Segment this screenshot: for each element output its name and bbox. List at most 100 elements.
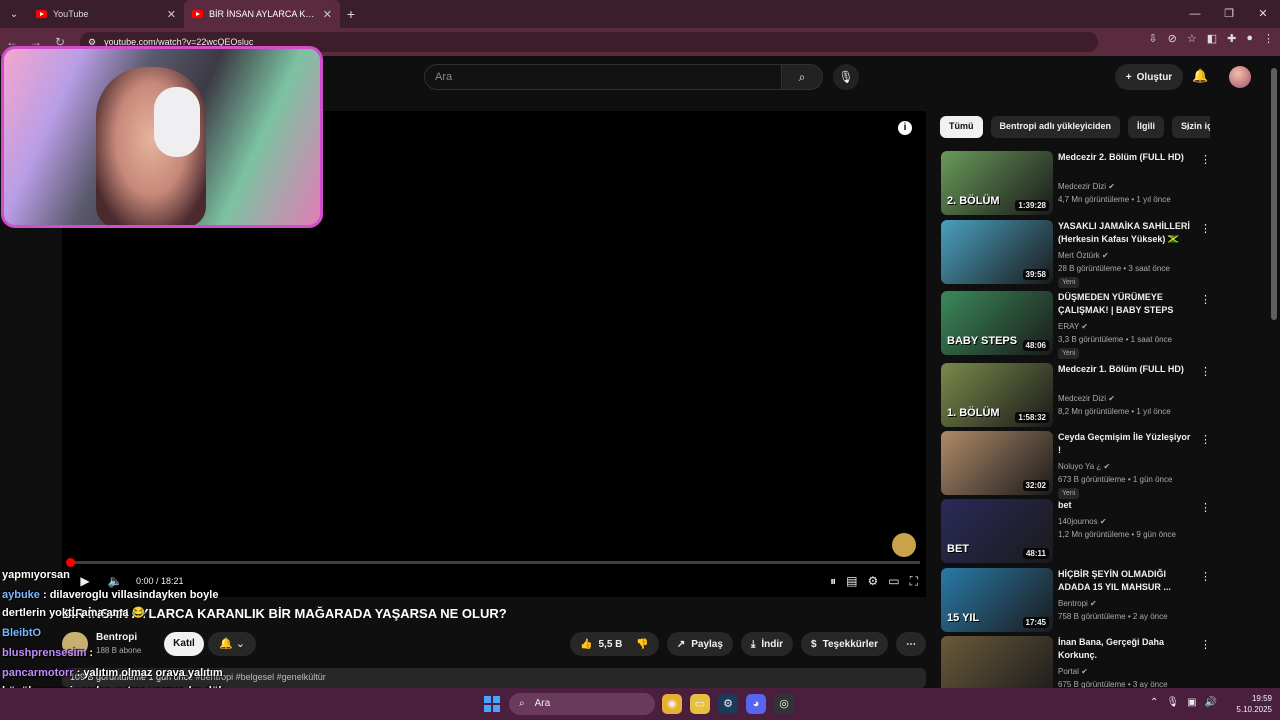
recommendation-channel[interactable]: 140journos ✔ <box>1058 517 1107 526</box>
close-tab-icon[interactable]: ✕ <box>167 8 176 21</box>
chip-all[interactable]: Tümü <box>940 116 983 138</box>
extension-icon[interactable]: ◧ <box>1207 32 1217 45</box>
more-actions-button[interactable]: ⋯ <box>896 632 926 656</box>
more-options-icon[interactable]: ⋮ <box>1200 293 1211 306</box>
tab-video[interactable]: BİR İNSAN AYLARCA KARANLIK ✕ <box>184 0 340 28</box>
channel-watermark[interactable] <box>892 533 916 557</box>
steam-icon[interactable]: ⚙ <box>718 694 738 714</box>
discord-icon[interactable]: ◕ <box>746 694 766 714</box>
more-options-icon[interactable]: ⋮ <box>1200 222 1211 235</box>
fullscreen-icon[interactable]: ⛶ <box>910 574 918 589</box>
menu-icon[interactable]: ⋮ <box>1263 32 1274 45</box>
video-thumbnail[interactable]: BABY STEPS 48:06 <box>941 291 1053 355</box>
recommendation-title[interactable]: Ceyda Geçmişim İle Yüzleşiyor ! <box>1058 431 1194 457</box>
subtitles-icon[interactable]: ▤ <box>846 574 857 589</box>
minimize-icon[interactable]: — <box>1178 0 1212 28</box>
theater-mode-icon[interactable]: ▭ <box>888 574 899 589</box>
restore-icon[interactable]: ❐ <box>1212 0 1246 28</box>
recommendation-item[interactable]: BABY STEPS 48:06 DÜŞMEDEN YÜRÜMEYE ÇALIŞ… <box>940 291 1214 359</box>
video-thumbnail[interactable]: 2. BÖLÜM 1:39:28 <box>941 151 1053 215</box>
taskbar-search[interactable]: ⌕ Ara <box>509 693 655 715</box>
scrollbar[interactable] <box>1271 68 1277 320</box>
recommendation-title[interactable]: YASAKLI JAMAİKA SAHİLLERİ (Herkesin Kafa… <box>1058 220 1194 246</box>
puzzle-icon[interactable]: ✚ <box>1227 32 1236 45</box>
recommendation-item[interactable]: BET 48:11 bet 140journos ✔ 1,2 Mn görünt… <box>940 499 1214 563</box>
video-thumbnail[interactable]: 39:58 <box>941 220 1053 284</box>
tray-chevron-icon[interactable]: ⌃ <box>1150 697 1158 708</box>
chip-related[interactable]: İlgili <box>1128 116 1165 138</box>
recommendation-title[interactable]: Medcezir 2. Bölüm (FULL HD) <box>1058 151 1194 164</box>
channel-name[interactable]: Bentropi <box>96 632 137 643</box>
recommendation-channel[interactable]: Medcezir Dizi ✔ <box>1058 394 1115 403</box>
more-options-icon[interactable]: ⋮ <box>1200 638 1211 651</box>
notifications-bell-icon[interactable]: 🔔 <box>1192 68 1208 84</box>
mic-icon[interactable]: 🎙 <box>1166 697 1179 708</box>
more-options-icon[interactable]: ⋮ <box>1200 570 1211 583</box>
like-button[interactable]: 👍 5,5 B 👎 <box>570 632 659 656</box>
notification-settings-button[interactable]: 🔔 ⌄ <box>208 632 256 656</box>
more-options-icon[interactable]: ⋮ <box>1200 433 1211 446</box>
chat-username: pancarmotorr <box>2 667 74 679</box>
recommendation-item[interactable]: 2. BÖLÜM 1:39:28 Medcezir 2. Bölüm (FULL… <box>940 151 1214 215</box>
more-options-icon[interactable]: ⋮ <box>1200 365 1211 378</box>
search-input[interactable]: Ara <box>424 64 782 90</box>
thumbs-down-icon[interactable]: 👎 <box>636 639 648 650</box>
thanks-button[interactable]: $ Teşekkürler <box>801 632 888 656</box>
video-thumbnail[interactable]: 32:02 <box>941 431 1053 495</box>
recommendation-title[interactable]: HİÇBİR ŞEYİN OLMADIĞI ADADA 15 YIL MAHSU… <box>1058 568 1194 594</box>
close-window-icon[interactable]: ✕ <box>1246 0 1280 28</box>
recommendation-channel[interactable]: Noluyo Ya ¿ ✔ <box>1058 462 1110 471</box>
volume-icon[interactable]: 🔊 <box>1205 697 1217 708</box>
settings-gear-icon[interactable]: ⚙ <box>867 574 878 589</box>
recommendation-channel[interactable]: Mert Öztürk ✔ <box>1058 251 1109 260</box>
more-options-icon[interactable]: ⋮ <box>1200 153 1211 166</box>
recommendation-item[interactable]: 1. BÖLÜM 1:58:32 Medcezir 1. Bölüm (FULL… <box>940 363 1214 427</box>
taskbar-clock[interactable]: 19:59 5.10.2025 <box>1230 693 1272 715</box>
autoplay-toggle[interactable]: ⏸ <box>830 574 836 589</box>
recommendation-title[interactable]: bet <box>1058 499 1194 512</box>
video-thumbnail[interactable]: BET 48:11 <box>941 499 1053 563</box>
chip-from-uploader[interactable]: Bentropi adlı yükleyiciden <box>990 116 1121 138</box>
network-icon[interactable]: ▣ <box>1187 697 1196 708</box>
voice-search-button[interactable]: 🎙 <box>833 64 859 90</box>
info-icon[interactable]: i <box>898 121 912 135</box>
youtube-favicon-icon <box>192 10 203 18</box>
recommendation-channel[interactable]: ERAY ✔ <box>1058 322 1088 331</box>
chevron-right-icon[interactable]: › <box>1186 120 1190 134</box>
recommendation-channel[interactable]: Bentropi ✔ <box>1058 599 1097 608</box>
new-tab-button[interactable]: + <box>340 6 362 22</box>
more-options-icon[interactable]: ⋮ <box>1200 501 1211 514</box>
progress-bar[interactable] <box>66 558 920 567</box>
tab-search-chevron-icon[interactable]: ⌄ <box>0 0 28 28</box>
profile-icon[interactable]: ● <box>1246 32 1253 45</box>
create-button[interactable]: + Oluştur <box>1115 64 1183 90</box>
recommendation-title[interactable]: Medcezir 1. Bölüm (FULL HD) <box>1058 363 1194 376</box>
bookmark-star-icon[interactable]: ☆ <box>1187 32 1197 45</box>
recommendation-channel[interactable]: Portal ✔ <box>1058 667 1088 676</box>
install-app-icon[interactable]: ⇩ <box>1148 32 1157 45</box>
video-thumbnail[interactable]: 1. BÖLÜM 1:58:32 <box>941 363 1053 427</box>
video-thumbnail[interactable]: 15 YIL 17:45 <box>941 568 1053 632</box>
recommendation-title[interactable]: İnan Bana, Gerçeği Daha Korkunç. <box>1058 636 1194 662</box>
recommendation-title[interactable]: DÜŞMEDEN YÜRÜMEYE ÇALIŞMAK! | BABY STEPS <box>1058 291 1194 317</box>
avatar[interactable] <box>1229 66 1251 88</box>
play-icon[interactable]: ▶ <box>70 574 100 588</box>
tab-youtube[interactable]: YouTube ✕ <box>28 0 184 28</box>
obs-icon[interactable]: ◎ <box>774 694 794 714</box>
progress-scrubber[interactable] <box>66 558 75 567</box>
recommendation-item[interactable]: 15 YIL 17:45 HİÇBİR ŞEYİN OLMADIĞI ADADA… <box>940 568 1214 632</box>
join-button[interactable]: Katıl <box>164 632 204 656</box>
share-button[interactable]: ↗ Paylaş <box>666 632 733 656</box>
chrome-icon[interactable]: ◉ <box>662 694 682 714</box>
volume-icon[interactable]: 🔈 <box>100 574 130 588</box>
chip-for-you[interactable]: Sizin için <box>1172 116 1210 138</box>
windows-start-icon[interactable] <box>484 696 500 712</box>
file-explorer-icon[interactable]: ▭ <box>690 694 710 714</box>
download-button[interactable]: ⤓ İndir <box>740 632 794 656</box>
hide-icon[interactable]: ⊘ <box>1168 32 1177 45</box>
close-tab-icon[interactable]: ✕ <box>323 8 332 21</box>
recommendation-channel[interactable]: Medcezir Dizi ✔ <box>1058 182 1115 191</box>
recommendation-item[interactable]: 32:02 Ceyda Geçmişim İle Yüzleşiyor ! No… <box>940 431 1214 499</box>
search-button[interactable]: ⌕ <box>781 64 823 90</box>
recommendation-item[interactable]: 39:58 YASAKLI JAMAİKA SAHİLLERİ (Herkesi… <box>940 220 1214 288</box>
